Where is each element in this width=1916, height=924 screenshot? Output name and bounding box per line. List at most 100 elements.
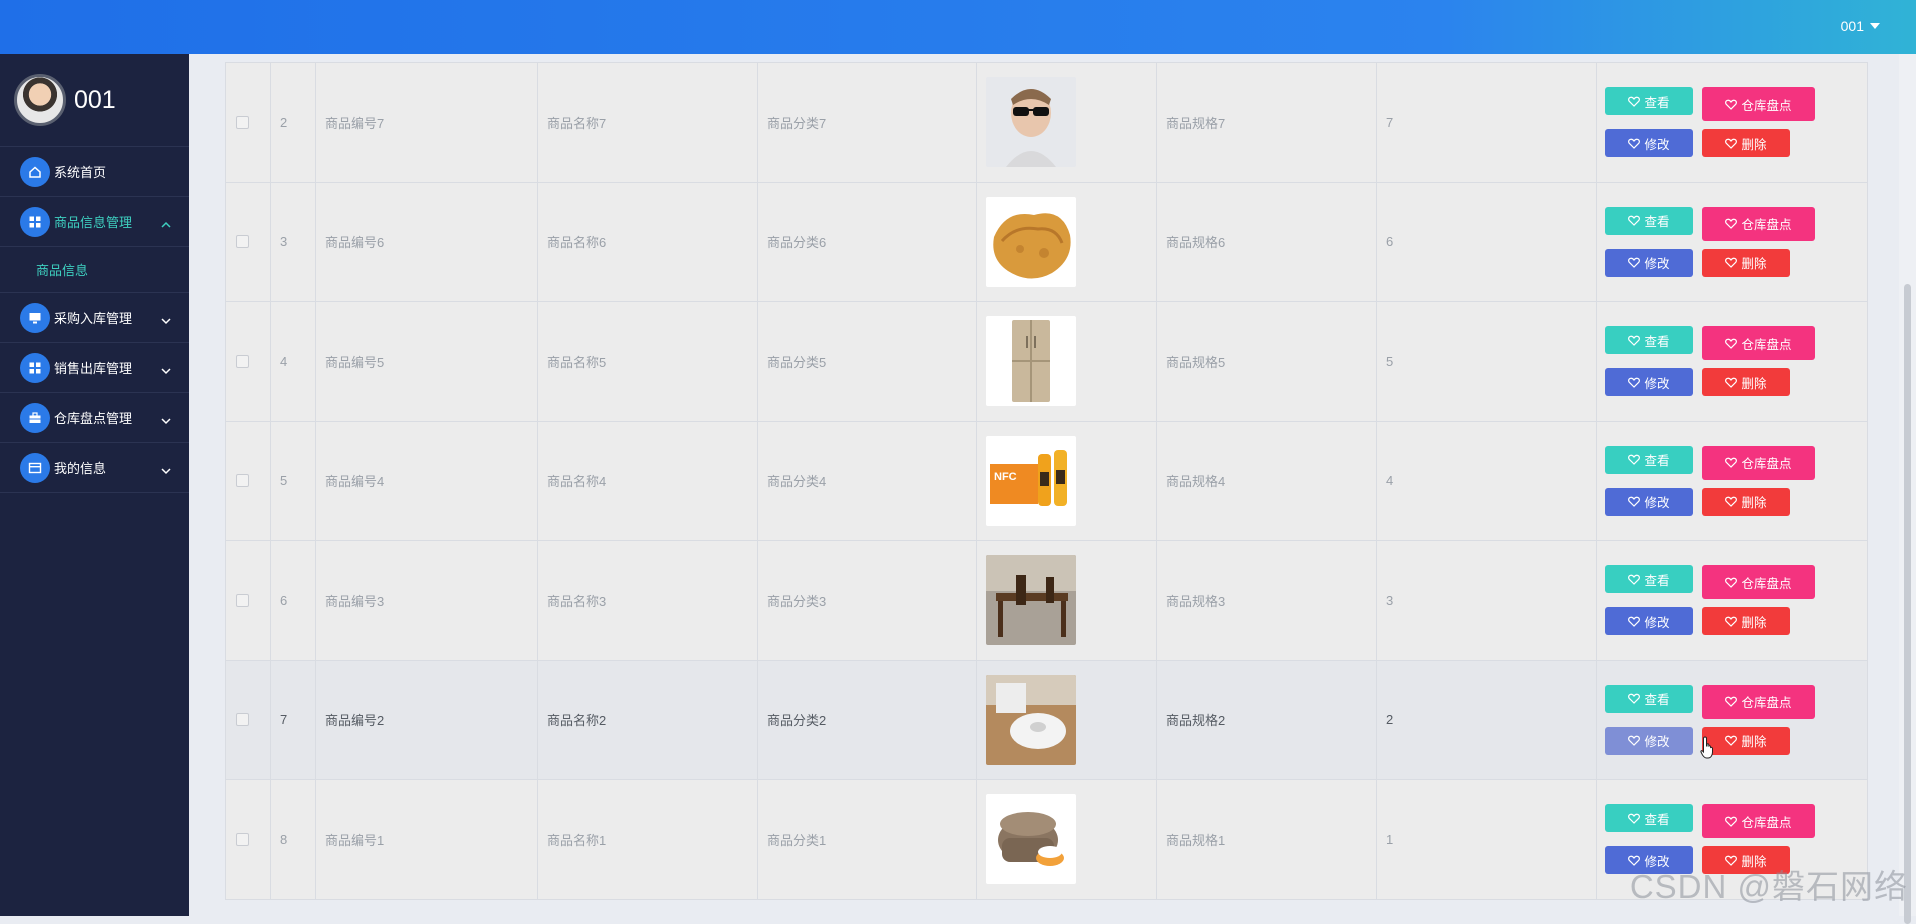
orange-juice-photo: NFC xyxy=(986,436,1076,526)
briefcase-icon xyxy=(20,403,50,433)
user-menu-label[interactable]: 001 xyxy=(1841,18,1864,34)
table-row: 6商品编号3商品名称3商品分类3商品规格33查看仓库盘点修改删除 xyxy=(226,541,1868,661)
product-quantity-cell: 4 xyxy=(1377,421,1597,541)
heart-icon xyxy=(1725,735,1737,746)
actions-cell: 查看 仓库盘点修改 删除 xyxy=(1597,660,1868,780)
heart-icon xyxy=(1725,138,1737,149)
view-button[interactable]: 查看 xyxy=(1605,87,1693,115)
button-label: 删除 xyxy=(1741,612,1766,631)
delete-button[interactable]: 删除 xyxy=(1702,368,1790,396)
actions-cell: 查看仓库盘点修改删除 xyxy=(1597,302,1868,422)
product-spec-cell: 商品规格2 xyxy=(1157,660,1377,780)
product-name-cell: 商品名称5 xyxy=(538,302,758,422)
sidebar-item-purchase-inbound[interactable]: 采购入库管理 xyxy=(0,293,189,343)
avatar xyxy=(14,74,66,126)
user-dropdown[interactable]: 001 xyxy=(1841,18,1880,34)
stocktake-button[interactable]: 仓库盘点 xyxy=(1702,87,1815,121)
row-checkbox[interactable] xyxy=(236,594,249,607)
product-code-cell: 商品编号3 xyxy=(316,541,538,661)
checkbox-cell xyxy=(226,182,271,302)
hand-pointer-icon xyxy=(1700,736,1716,760)
heart-icon xyxy=(1725,377,1737,388)
view-button[interactable]: 查看 xyxy=(1605,326,1693,354)
product-table-wrapper: 2商品编号7商品名称7商品分类7商品规格77查看仓库盘点修改删除3商品编号6商品… xyxy=(225,62,1916,900)
index-cell: 2 xyxy=(271,63,316,183)
button-label: 删除 xyxy=(1741,492,1766,511)
edit-button[interactable]: 修改 xyxy=(1605,607,1693,635)
heart-icon xyxy=(1628,735,1640,746)
home-icon xyxy=(20,157,50,187)
product-name-cell: 商品名称7 xyxy=(538,63,758,183)
sidebar-item-label: 商品信息管理 xyxy=(54,212,132,231)
product-quantity-cell: 1 xyxy=(1377,780,1597,900)
button-label: 仓库盘点 xyxy=(1741,95,1791,114)
delete-button[interactable]: 删除 xyxy=(1702,249,1790,277)
stocktake-button[interactable]: 仓库盘点 xyxy=(1702,207,1815,241)
product-image-cell xyxy=(977,660,1157,780)
row-checkbox[interactable] xyxy=(236,235,249,248)
delete-button[interactable]: 删除 xyxy=(1702,607,1790,635)
heart-icon xyxy=(1628,96,1640,107)
actions-cell: 查看仓库盘点修改 删除 xyxy=(1597,421,1868,541)
view-button[interactable]: 查看 xyxy=(1605,685,1693,713)
edit-button[interactable]: 修改 xyxy=(1605,368,1693,396)
monitor-icon xyxy=(20,303,50,333)
product-code-cell: 商品编号7 xyxy=(316,63,538,183)
product-code-cell: 商品编号6 xyxy=(316,182,538,302)
edit-button[interactable]: 修改 xyxy=(1605,129,1693,157)
sidebar-item-sales-outbound[interactable]: 销售出库管理 xyxy=(0,343,189,393)
row-checkbox[interactable] xyxy=(236,474,249,487)
actions-cell: 查看仓库盘点修改 删除 xyxy=(1597,541,1868,661)
view-button[interactable]: 查看 xyxy=(1605,446,1693,474)
edit-button[interactable]: 修改 xyxy=(1605,488,1693,516)
chevron-down-icon xyxy=(161,463,171,478)
delete-button[interactable]: 删除 xyxy=(1702,129,1790,157)
edit-button[interactable]: 修改 xyxy=(1605,727,1693,755)
product-code-cell: 商品编号2 xyxy=(316,660,538,780)
chevron-up-icon xyxy=(161,217,171,232)
view-button[interactable]: 查看 xyxy=(1605,565,1693,593)
sidebar-subitem-product-info[interactable]: 商品信息 xyxy=(0,247,189,293)
heart-icon xyxy=(1725,577,1737,588)
table-row: 2商品编号7商品名称7商品分类7商品规格77查看仓库盘点修改删除 xyxy=(226,63,1868,183)
stocktake-button[interactable]: 仓库盘点 xyxy=(1702,685,1815,719)
heart-icon xyxy=(1628,257,1640,268)
stocktake-button[interactable]: 仓库盘点 xyxy=(1702,804,1815,838)
product-image-cell xyxy=(977,541,1157,661)
index-cell: 3 xyxy=(271,182,316,302)
stocktake-button[interactable]: 仓库盘点 xyxy=(1702,326,1815,360)
sidebar-item-product-info-management[interactable]: 商品信息管理 xyxy=(0,197,189,247)
actions-cell: 查看 仓库盘点修改删除 xyxy=(1597,63,1868,183)
scrollbar-thumb[interactable] xyxy=(1904,284,1911,924)
heart-icon xyxy=(1725,218,1737,229)
table-row: 3商品编号6商品名称6商品分类6商品规格66查看仓库盘点修改删除 xyxy=(226,182,1868,302)
sidebar-item-my-info[interactable]: 我的信息 xyxy=(0,443,189,493)
row-checkbox[interactable] xyxy=(236,116,249,129)
vertical-scrollbar[interactable] xyxy=(1899,54,1916,916)
view-button[interactable]: 查看 xyxy=(1605,804,1693,832)
stocktake-button[interactable]: 仓库盘点 xyxy=(1702,565,1815,599)
heart-icon xyxy=(1725,496,1737,507)
sidebar-item-warehouse-stocktake[interactable]: 仓库盘点管理 xyxy=(0,393,189,443)
row-checkbox[interactable] xyxy=(236,833,249,846)
index-cell: 6 xyxy=(271,541,316,661)
button-label: 仓库盘点 xyxy=(1741,692,1791,711)
heart-icon xyxy=(1628,693,1640,704)
sidebar-item-home[interactable]: 系统首页 xyxy=(0,147,189,197)
heart-icon xyxy=(1628,377,1640,388)
product-image-cell xyxy=(977,63,1157,183)
product-spec-cell: 商品规格6 xyxy=(1157,182,1377,302)
row-checkbox[interactable] xyxy=(236,713,249,726)
edit-button[interactable]: 修改 xyxy=(1605,249,1693,277)
product-category-cell: 商品分类3 xyxy=(758,541,977,661)
button-label: 修改 xyxy=(1644,253,1669,272)
delete-button[interactable]: 删除 xyxy=(1702,488,1790,516)
row-checkbox[interactable] xyxy=(236,355,249,368)
heart-icon xyxy=(1628,496,1640,507)
button-label: 删除 xyxy=(1741,731,1766,750)
product-name-cell: 商品名称3 xyxy=(538,541,758,661)
caret-down-icon[interactable] xyxy=(1870,23,1880,29)
product-quantity-cell: 5 xyxy=(1377,302,1597,422)
view-button[interactable]: 查看 xyxy=(1605,207,1693,235)
stocktake-button[interactable]: 仓库盘点 xyxy=(1702,446,1815,480)
